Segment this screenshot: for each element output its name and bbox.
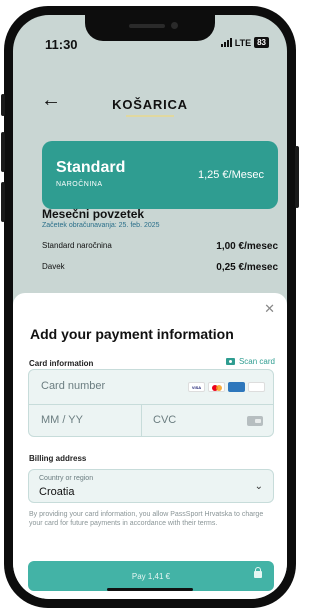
page-title: KOŠARICA (112, 97, 188, 112)
summary-row-value: 0,25 €/mesec (216, 262, 278, 273)
plan-subtitle: NAROČNINA (56, 181, 103, 188)
pay-button[interactable]: Pay 1,41 € (28, 561, 274, 591)
mastercard-icon (208, 382, 225, 392)
summary-row: Davek 0,25 €/mesec (42, 262, 278, 273)
billing-start-date: Začetek obračunavanja: 25. feb. 2025 (42, 222, 160, 229)
power-button (295, 146, 299, 208)
summary-row-label: Standard naročnina (42, 241, 112, 250)
summary-row: Standard naročnina 1,00 €/mesec (42, 241, 278, 252)
title-underline (126, 115, 174, 117)
card-info-label: Card information (29, 359, 94, 368)
close-icon[interactable]: ✕ (264, 301, 275, 317)
visa-icon: VISA (188, 382, 205, 392)
sheet-title: Add your payment information (30, 326, 234, 342)
status-indicators: LTE 83 (220, 37, 269, 48)
speaker (129, 24, 165, 28)
summary-title: Mesečni povzetek (42, 207, 145, 221)
home-indicator[interactable] (107, 588, 193, 591)
country-value: Croatia (39, 486, 75, 498)
mute-switch (1, 94, 5, 116)
card-input-group: Card number VISA MM / YY CVC (28, 369, 274, 437)
divider (29, 404, 273, 405)
card-number-input[interactable]: Card number (41, 380, 105, 392)
amex-icon (228, 382, 245, 392)
chevron-down-icon: ⌄ (254, 481, 263, 492)
notch (85, 15, 215, 41)
front-camera (171, 22, 178, 29)
app-screen: 11:30 LTE 83 ← KOŠARICA Standard NAROČNI… (13, 15, 287, 599)
country-select[interactable]: Country or region Croatia ⌄ (28, 469, 274, 503)
summary-row-label: Davek (42, 262, 65, 271)
divider (141, 404, 142, 437)
billing-address-label: Billing address (29, 454, 87, 463)
payment-sheet: ✕ Add your payment information Card info… (13, 293, 287, 599)
plan-name: Standard (56, 159, 126, 176)
battery-icon: 83 (254, 37, 269, 48)
volume-down-button (1, 182, 5, 222)
plan-card: Standard NAROČNINA 1,25 €/Mesec (42, 141, 278, 209)
network-label: LTE (234, 37, 252, 48)
lock-icon (254, 567, 262, 578)
pay-button-label: Pay 1,41 € (131, 571, 171, 581)
volume-up-button (1, 132, 5, 172)
card-brand-logos: VISA (188, 382, 265, 392)
summary-row-value: 1,00 €/mesec (216, 241, 278, 252)
plan-price: 1,25 €/Mesec (197, 169, 264, 181)
payment-disclaimer: By providing your card information, you … (29, 511, 264, 527)
expiry-input[interactable]: MM / YY (41, 414, 83, 426)
discover-icon (248, 382, 265, 392)
camera-icon (225, 358, 235, 365)
phone-frame: 11:30 LTE 83 ← KOŠARICA Standard NAROČNI… (1, 6, 299, 608)
cvc-card-icon (247, 416, 263, 426)
country-label: Country or region (39, 475, 94, 482)
scan-card-label: Scan card (238, 357, 275, 366)
cvc-input[interactable]: CVC (153, 414, 176, 426)
status-time: 11:30 (45, 37, 78, 52)
scan-card-button[interactable]: Scan card (225, 357, 275, 366)
signal-icon (220, 38, 232, 47)
